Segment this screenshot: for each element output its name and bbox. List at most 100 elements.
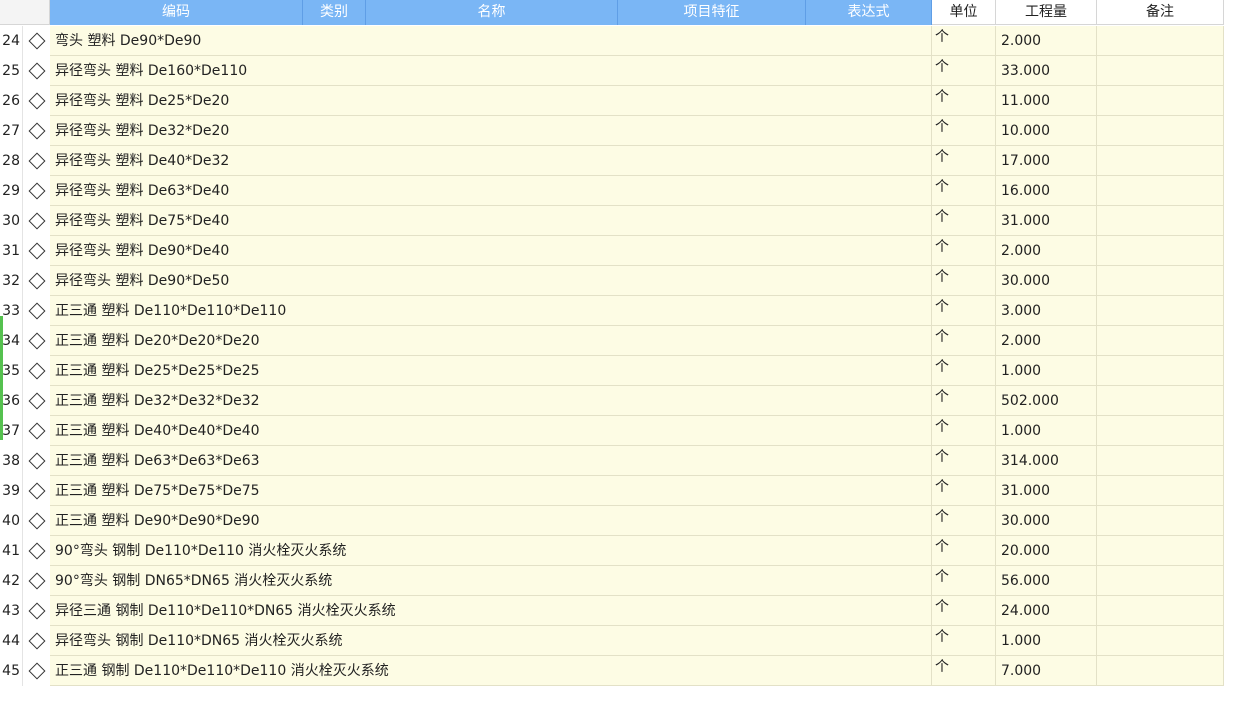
remarks-cell[interactable] xyxy=(1097,326,1224,356)
item-name-cell[interactable]: 异径弯头 塑料 De25*De20 xyxy=(50,86,932,116)
row-selector[interactable] xyxy=(22,266,50,296)
row-number[interactable]: 34 xyxy=(0,326,22,356)
row-selector[interactable] xyxy=(22,56,50,86)
row-number[interactable]: 41 xyxy=(0,536,22,566)
item-name-cell[interactable]: 正三通 塑料 De63*De63*De63 xyxy=(50,446,932,476)
remarks-cell[interactable] xyxy=(1097,296,1224,326)
row-selector[interactable] xyxy=(22,386,50,416)
table-row[interactable]: 40 正三通 塑料 De90*De90*De90 个 30.000 xyxy=(0,506,1224,536)
row-number[interactable]: 29 xyxy=(0,176,22,206)
row-selector[interactable] xyxy=(22,506,50,536)
unit-cell[interactable]: 个 xyxy=(932,626,996,656)
row-selector[interactable] xyxy=(22,176,50,206)
unit-cell[interactable]: 个 xyxy=(932,536,996,566)
table-row[interactable]: 24 弯头 塑料 De90*De90 个 2.000 xyxy=(0,26,1224,56)
unit-cell[interactable]: 个 xyxy=(932,266,996,296)
quantity-cell[interactable]: 3.000 xyxy=(996,296,1097,326)
unit-cell[interactable]: 个 xyxy=(932,206,996,236)
row-selector[interactable] xyxy=(22,146,50,176)
item-name-cell[interactable]: 异径弯头 塑料 De90*De40 xyxy=(50,236,932,266)
item-name-cell[interactable]: 正三通 钢制 De110*De110*De110 消火栓灭火系统 xyxy=(50,656,932,686)
col-header-quantity[interactable]: 工程量 xyxy=(996,0,1097,25)
table-row[interactable]: 36 正三通 塑料 De32*De32*De32 个 502.000 xyxy=(0,386,1224,416)
table-row[interactable]: 38 正三通 塑料 De63*De63*De63 个 314.000 xyxy=(0,446,1224,476)
remarks-cell[interactable] xyxy=(1097,386,1224,416)
col-header-name[interactable]: 名称 xyxy=(366,0,618,25)
unit-cell[interactable]: 个 xyxy=(932,116,996,146)
quantity-cell[interactable]: 24.000 xyxy=(996,596,1097,626)
item-name-cell[interactable]: 正三通 塑料 De90*De90*De90 xyxy=(50,506,932,536)
remarks-cell[interactable] xyxy=(1097,176,1224,206)
table-row[interactable]: 30 异径弯头 塑料 De75*De40 个 31.000 xyxy=(0,206,1224,236)
row-number[interactable]: 25 xyxy=(0,56,22,86)
row-number[interactable]: 35 xyxy=(0,356,22,386)
row-number[interactable]: 44 xyxy=(0,626,22,656)
row-selector[interactable] xyxy=(22,26,50,56)
row-number[interactable]: 26 xyxy=(0,86,22,116)
row-number[interactable]: 28 xyxy=(0,146,22,176)
item-name-cell[interactable]: 弯头 塑料 De90*De90 xyxy=(50,26,932,56)
row-selector[interactable] xyxy=(22,476,50,506)
unit-cell[interactable]: 个 xyxy=(932,356,996,386)
quantity-cell[interactable]: 314.000 xyxy=(996,446,1097,476)
table-row[interactable]: 32 异径弯头 塑料 De90*De50 个 30.000 xyxy=(0,266,1224,296)
table-row[interactable]: 43 异径三通 钢制 De110*De110*DN65 消火栓灭火系统个 24.00… xyxy=(0,596,1224,626)
row-number[interactable]: 45 xyxy=(0,656,22,686)
row-selector[interactable] xyxy=(22,86,50,116)
row-number[interactable]: 32 xyxy=(0,266,22,296)
item-name-cell[interactable]: 正三通 塑料 De40*De40*De40 xyxy=(50,416,932,446)
table-row[interactable]: 37 正三通 塑料 De40*De40*De40 个 1.000 xyxy=(0,416,1224,446)
row-selector[interactable] xyxy=(22,566,50,596)
unit-cell[interactable]: 个 xyxy=(932,176,996,206)
remarks-cell[interactable] xyxy=(1097,566,1224,596)
row-selector[interactable] xyxy=(22,206,50,236)
unit-cell[interactable]: 个 xyxy=(932,236,996,266)
remarks-cell[interactable] xyxy=(1097,446,1224,476)
row-selector[interactable] xyxy=(22,116,50,146)
item-name-cell[interactable]: 正三通 塑料 De20*De20*De20 xyxy=(50,326,932,356)
item-name-cell[interactable]: 异径弯头 塑料 De160*De110 xyxy=(50,56,932,86)
quantity-cell[interactable]: 11.000 xyxy=(996,86,1097,116)
unit-cell[interactable]: 个 xyxy=(932,26,996,56)
row-number[interactable]: 33 xyxy=(0,296,22,326)
quantity-cell[interactable]: 30.000 xyxy=(996,266,1097,296)
item-name-cell[interactable]: 正三通 塑料 De32*De32*De32 xyxy=(50,386,932,416)
row-number[interactable]: 37 xyxy=(0,416,22,446)
quantity-cell[interactable]: 31.000 xyxy=(996,206,1097,236)
quantity-cell[interactable]: 16.000 xyxy=(996,176,1097,206)
item-name-cell[interactable]: 正三通 塑料 De110*De110*De110 xyxy=(50,296,932,326)
unit-cell[interactable]: 个 xyxy=(932,86,996,116)
quantity-cell[interactable]: 2.000 xyxy=(996,26,1097,56)
row-selector[interactable] xyxy=(22,416,50,446)
quantity-cell[interactable]: 10.000 xyxy=(996,116,1097,146)
row-number[interactable]: 43 xyxy=(0,596,22,626)
quantity-cell[interactable]: 56.000 xyxy=(996,566,1097,596)
row-selector[interactable] xyxy=(22,596,50,626)
item-name-cell[interactable]: 异径弯头 塑料 De90*De50 xyxy=(50,266,932,296)
unit-cell[interactable]: 个 xyxy=(932,56,996,86)
remarks-cell[interactable] xyxy=(1097,26,1224,56)
remarks-cell[interactable] xyxy=(1097,356,1224,386)
quantity-cell[interactable]: 1.000 xyxy=(996,626,1097,656)
item-name-cell[interactable]: 异径弯头 塑料 De63*De40 xyxy=(50,176,932,206)
table-row[interactable]: 29 异径弯头 塑料 De63*De40 个 16.000 xyxy=(0,176,1224,206)
item-name-cell[interactable]: 异径弯头 塑料 De32*De20 xyxy=(50,116,932,146)
quantity-cell[interactable]: 502.000 xyxy=(996,386,1097,416)
quantity-cell[interactable]: 2.000 xyxy=(996,236,1097,266)
row-number[interactable]: 39 xyxy=(0,476,22,506)
unit-cell[interactable]: 个 xyxy=(932,146,996,176)
remarks-cell[interactable] xyxy=(1097,146,1224,176)
quantity-cell[interactable]: 1.000 xyxy=(996,416,1097,446)
col-header-code[interactable]: 编码 xyxy=(50,0,303,25)
table-row[interactable]: 27 异径弯头 塑料 De32*De20 个 10.000 xyxy=(0,116,1224,146)
row-selector[interactable] xyxy=(22,236,50,266)
item-name-cell[interactable]: 异径三通 钢制 De110*De110*DN65 消火栓灭火系统 xyxy=(50,596,932,626)
row-number[interactable]: 38 xyxy=(0,446,22,476)
remarks-cell[interactable] xyxy=(1097,56,1224,86)
table-row[interactable]: 25 异径弯头 塑料 De160*De110 个 33.000 xyxy=(0,56,1224,86)
remarks-cell[interactable] xyxy=(1097,236,1224,266)
table-row[interactable]: 41 90°弯头 钢制 De110*De110 消火栓灭火系统个 20.000 xyxy=(0,536,1224,566)
table-row[interactable]: 34 正三通 塑料 De20*De20*De20 个 2.000 xyxy=(0,326,1224,356)
col-header-features[interactable]: 项目特征 xyxy=(618,0,806,25)
row-selector[interactable] xyxy=(22,296,50,326)
